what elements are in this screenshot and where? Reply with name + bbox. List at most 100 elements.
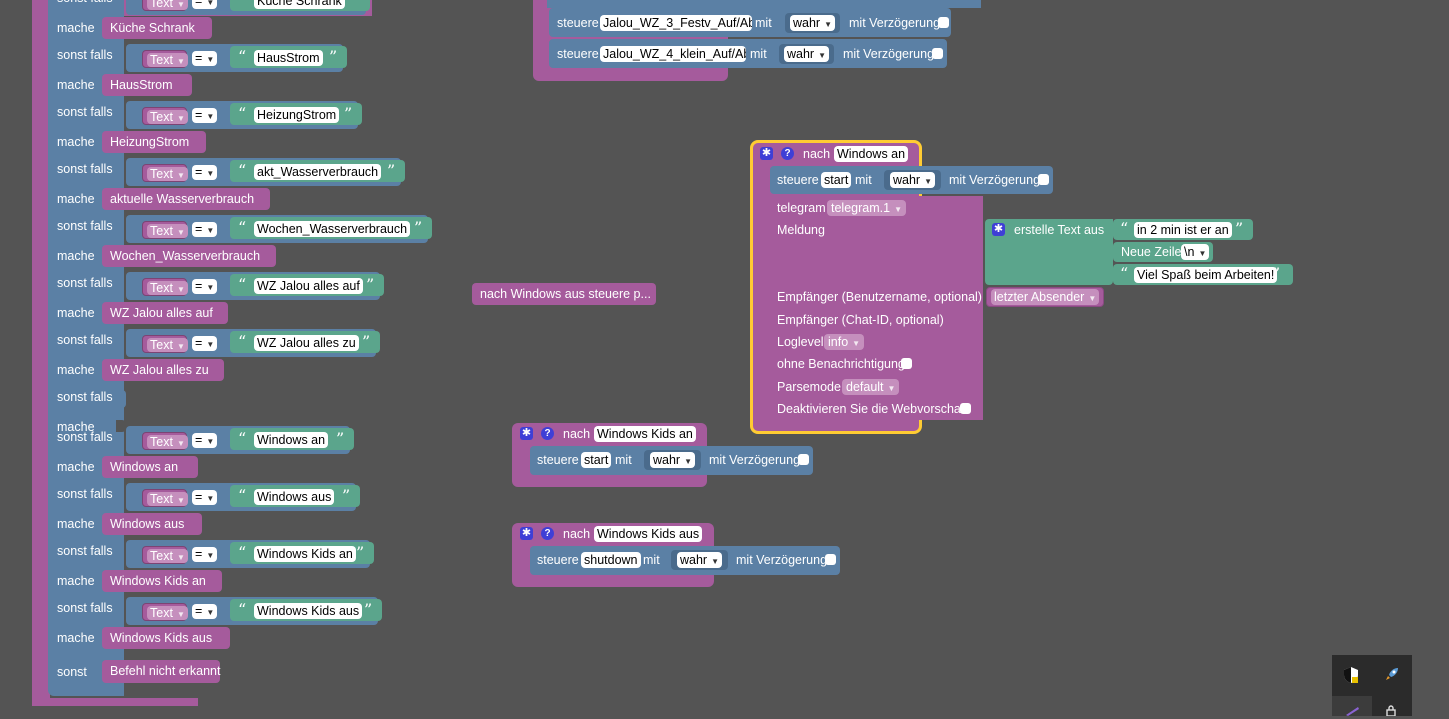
text-literal-field[interactable]: HausStrom [254,50,323,66]
text-variable-dropdown[interactable]: Text ▼ [142,546,188,564]
gear-icon[interactable]: ✱ [520,527,533,540]
operator-dropdown[interactable]: = ▼ [192,222,218,237]
procedure-call-label: Windows an [110,460,179,474]
jalou-target-field[interactable]: Jalou_WZ_4_klein_Auf/Ab [600,46,746,62]
operator-dropdown[interactable]: = ▼ [192,51,218,66]
help-icon[interactable]: ? [781,147,794,160]
operator-value: = [195,222,203,236]
procedure-call-block[interactable]: Windows an [102,456,198,478]
windows-an-title-field[interactable]: Windows an [834,146,909,162]
procedure-call-label: WZ Jalou alles zu [110,363,209,377]
text-variable-dropdown[interactable]: Text ▼ [142,164,188,182]
befehl-nicht-erkannt-block[interactable]: Befehl nicht erkannt [102,660,221,683]
shield-icon[interactable] [1343,666,1359,684]
text-variable-dropdown[interactable]: Text ▼ [142,107,188,125]
steuere-target-field[interactable]: shutdown [581,552,641,568]
jalou-target-field[interactable]: Jalou_WZ_3_Festv_Auf/Ab [600,15,752,31]
steuere-target-field[interactable]: start [581,452,612,468]
text-variable-dropdown[interactable]: Text ▼ [142,335,188,353]
procedure-call-block[interactable]: HeizungStrom [102,131,206,153]
rocket-icon[interactable] [1384,666,1400,682]
empfaenger-user-dropdown[interactable]: letzter Absender ▼ [986,287,1105,307]
procedure-call-block[interactable]: WZ Jalou alles zu [102,359,224,381]
text-variable-dropdown[interactable]: Text ▼ [142,221,188,239]
pen-icon[interactable] [1344,704,1360,716]
text-literal-field[interactable]: Windows an [254,432,329,448]
procedure-call-block[interactable]: WZ Jalou alles auf [102,302,228,324]
loglevel-dropdown[interactable]: info ▼ [824,334,865,350]
operator-dropdown[interactable]: = ▼ [192,336,218,351]
procedure-call-block[interactable]: Windows aus [102,513,202,535]
text-line1-field[interactable]: in 2 min ist er an [1134,222,1232,238]
lock-icon[interactable] [1386,705,1396,717]
text-literal-field[interactable]: Windows Kids an [254,546,356,562]
parsemode-dropdown[interactable]: default ▼ [842,379,900,395]
verzoegerung-checkbox[interactable] [932,48,943,59]
sonst-falls-label: sonst falls [57,219,113,233]
verzoegerung-checkbox[interactable] [825,554,836,565]
text-literal-field[interactable]: Küche Schrank [254,0,345,9]
operator-dropdown[interactable]: = ▼ [192,547,218,562]
text-variable-dropdown[interactable]: Text ▼ [142,50,188,68]
sonst-falls-label: sonst falls [57,48,113,62]
procedure-call-block[interactable]: Windows Kids an [102,570,222,592]
text-literal-field[interactable]: HeizungStrom [254,107,340,123]
verzoegerung-checkbox[interactable] [938,17,949,28]
mache-label: mache [57,631,95,645]
wahr-dropdown[interactable]: wahr ▼ [644,450,702,470]
windows-an-nach: nach [803,147,831,161]
operator-dropdown[interactable]: = ▼ [192,604,218,619]
operator-dropdown[interactable]: = ▼ [192,165,218,180]
operator-dropdown[interactable]: = ▼ [192,490,218,505]
quote-open-icon: “ [238,161,247,180]
verzoegerung-checkbox[interactable] [798,454,809,465]
text-literal-field[interactable]: WZ Jalou alles auf [254,278,363,294]
kids-aus-title-field[interactable]: Windows Kids aus [594,526,703,542]
operator-dropdown[interactable]: = ▼ [192,108,218,123]
quote-open-icon: “ [238,275,247,294]
text-variable-dropdown[interactable]: Text ▼ [142,0,188,11]
kids-an-title-field[interactable]: Windows Kids an [594,426,696,442]
wahr-dropdown[interactable]: wahr ▼ [785,13,841,33]
telegram-instance-dropdown[interactable]: telegram.1 ▼ [827,200,906,216]
text-literal-field[interactable]: Windows Kids aus [254,603,363,619]
procedure-call-block[interactable]: aktuelle Wasserverbrauch [102,188,270,210]
help-icon[interactable]: ? [541,527,554,540]
wahr-dropdown[interactable]: wahr ▼ [779,44,835,64]
text-variable-dropdown[interactable]: Text ▼ [142,489,188,507]
procedure-call-block[interactable]: Wochen_Wasserverbrauch [102,245,276,267]
webvorschau-checkbox[interactable] [960,403,971,414]
operator-dropdown[interactable]: = ▼ [192,279,218,294]
text-variable-dropdown[interactable]: Text ▼ [142,603,188,621]
text-line3-field[interactable]: Viel Spaß beim Arbeiten! [1134,267,1278,283]
text-literal-field[interactable]: Windows aus [254,489,335,505]
text-variable-dropdown[interactable]: Text ▼ [142,432,188,450]
text-variable-value: Text [150,435,173,449]
wahr-dropdown[interactable]: wahr ▼ [671,550,729,570]
quote-close-icon: ” [336,429,345,448]
operator-dropdown[interactable]: = ▼ [192,433,218,448]
gear-icon[interactable]: ✱ [992,223,1005,236]
steuere-target-field[interactable]: start [821,172,852,188]
operator-dropdown[interactable]: = ▼ [192,0,218,9]
text-literal-field[interactable]: Wochen_Wasserverbrauch [254,221,411,237]
gear-icon[interactable]: ✱ [760,147,773,160]
empty-condition-socket[interactable] [116,390,126,408]
ohne-benachrichtigung-checkbox[interactable] [901,358,912,369]
help-icon[interactable]: ? [541,427,554,440]
procedure-call-block[interactable]: Küche Schrank [102,17,212,39]
sonst-falls-label: sonst falls [57,544,113,558]
parsemode-label: Parsemode [777,380,841,394]
text-variable-dropdown[interactable]: Text ▼ [142,278,188,296]
procedure-call-label: Wochen_Wasserverbrauch [110,249,261,263]
newline-dropdown[interactable]: \n ▼ [1181,244,1210,260]
procedure-call-block[interactable]: Windows Kids aus [102,627,230,649]
text-literal-field[interactable]: akt_Wasserverbrauch [254,164,382,180]
procedure-call-block[interactable]: HausStrom [102,74,192,96]
collapsed-block[interactable]: nach Windows aus steuere p... [472,283,656,305]
text-literal-field[interactable]: WZ Jalou alles zu [254,335,359,351]
wahr-dropdown[interactable]: wahr ▼ [884,170,942,190]
quote-open-icon: “ [238,600,247,619]
gear-icon[interactable]: ✱ [520,427,533,440]
verzoegerung-checkbox[interactable] [1038,174,1049,185]
